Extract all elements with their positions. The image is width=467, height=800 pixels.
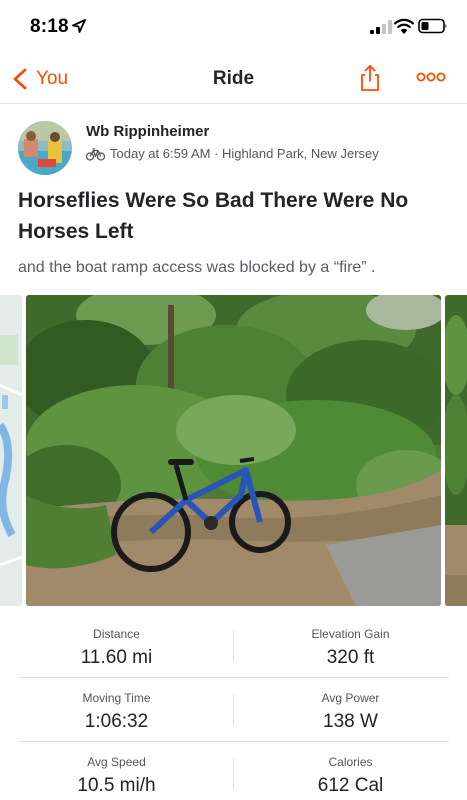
stat-row: Moving Time 1:06:32 Avg Power 138 W	[0, 677, 467, 741]
activity-title: Horseflies Were So Bad There Were No Hor…	[18, 189, 409, 243]
share-icon[interactable]	[358, 64, 382, 92]
stat-value: 612 Cal	[317, 775, 384, 796]
battery-icon	[418, 18, 447, 34]
stat-label: Elevation Gain	[311, 627, 390, 641]
stat-value: 320 ft	[326, 647, 375, 668]
stat-label: Moving Time	[82, 691, 151, 705]
stat-label: Distance	[93, 627, 140, 641]
stat-value: 10.5 mi/h	[77, 775, 156, 796]
stats-grid: Distance 11.60 mi Elevation Gain 320 ft …	[0, 613, 467, 800]
stat-value: 1:06:32	[84, 711, 149, 732]
signal-icon	[370, 20, 392, 34]
stat-label: Calories	[328, 755, 373, 769]
activity-description: and the boat ramp access was blocked by …	[18, 259, 376, 276]
activity-meta-text: Today at 6:59 AM · Highland Park, New Je…	[110, 146, 379, 161]
next-photo-thumbnail[interactable]	[445, 295, 467, 606]
map-thumbnail[interactable]	[0, 295, 22, 606]
stat-label: Avg Speed	[87, 755, 146, 769]
stat-value: 11.60 mi	[80, 647, 153, 668]
stat-row: Avg Speed 10.5 mi/h Calories 612 Cal	[0, 741, 467, 800]
activity-meta: Today at 6:59 AM · Highland Park, New Je…	[86, 146, 379, 161]
nav-bar: You Ride	[0, 54, 467, 104]
nav-title: Ride	[212, 68, 255, 89]
stat-row: Distance 11.60 mi Elevation Gain 320 ft	[0, 613, 467, 677]
status-time: 8:18	[30, 16, 69, 37]
stat-value: 138 W	[323, 711, 378, 732]
wifi-icon	[394, 18, 414, 34]
activity-photo[interactable]	[26, 295, 441, 606]
athlete-name[interactable]: Wb Rippinheimer	[86, 123, 209, 140]
bike-icon	[86, 147, 105, 161]
stat-label: Avg Power	[321, 691, 380, 705]
more-icon[interactable]	[416, 70, 446, 84]
location-arrow-icon	[72, 19, 86, 33]
avatar[interactable]	[18, 121, 72, 175]
status-bar: 8:18	[0, 0, 467, 54]
